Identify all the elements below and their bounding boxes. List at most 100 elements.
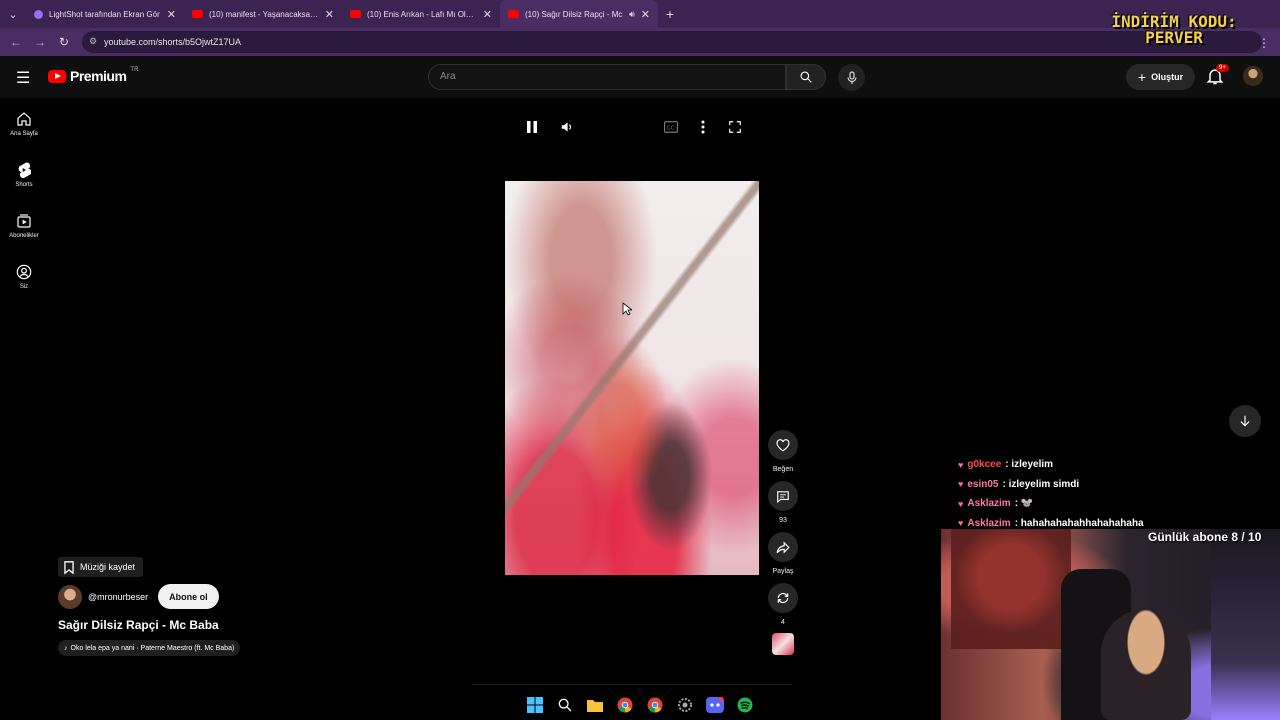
chat-user: Asklazim xyxy=(967,517,1011,529)
save-music-label: Müziği kaydet xyxy=(80,562,136,572)
notification-badge: 9+ xyxy=(1216,64,1229,72)
chat-user: g0kcee xyxy=(967,459,1002,471)
subscriptions-icon xyxy=(17,213,31,228)
discord-icon[interactable] xyxy=(706,696,724,714)
video-title: Sağır Dilsiz Rapçi - Mc Baba xyxy=(58,618,219,632)
close-tab-icon[interactable]: ✕ xyxy=(641,8,650,21)
remix-action[interactable]: 4 xyxy=(767,583,799,629)
forward-icon[interactable]: → xyxy=(28,35,52,49)
save-music-button[interactable]: Müziği kaydet xyxy=(58,557,144,577)
settings-app-icon[interactable] xyxy=(676,696,694,714)
pause-icon[interactable] xyxy=(526,120,538,134)
more-options-icon[interactable] xyxy=(700,120,706,134)
heart-badge-icon: ♥ xyxy=(958,518,964,529)
sidebar-item-you[interactable]: Siz xyxy=(0,251,48,302)
share-action[interactable]: Paylaş xyxy=(767,532,799,578)
sidebar-item-home[interactable]: Ana Sayfa xyxy=(0,98,48,149)
subscribe-button[interactable]: Abone ol xyxy=(158,584,219,609)
brand-text: Premium xyxy=(70,68,127,84)
comments-button[interactable] xyxy=(768,481,798,511)
account-avatar[interactable] xyxy=(1243,66,1263,86)
divider xyxy=(472,684,792,685)
next-video-button[interactable] xyxy=(1229,405,1261,437)
shorts-player[interactable]: CC xyxy=(505,101,759,666)
music-text: Oko lela epa ya nani · Paterne Maestro (… xyxy=(70,644,235,652)
search-button[interactable] xyxy=(786,64,826,90)
tab-search-icon[interactable]: ⌄ xyxy=(0,0,26,28)
bookmark-icon xyxy=(64,560,74,574)
reload-icon[interactable]: ↻ xyxy=(52,35,76,49)
shorts-icon xyxy=(18,162,31,178)
share-button[interactable] xyxy=(768,532,798,562)
voice-search-button[interactable] xyxy=(838,64,865,91)
home-icon xyxy=(17,111,31,126)
heart-badge-icon: ♥ xyxy=(958,479,964,490)
site-info-icon[interactable]: ⚙ xyxy=(89,36,97,47)
heart-badge-icon: ♥ xyxy=(958,459,964,470)
create-button[interactable]: + Oluştur xyxy=(1126,64,1195,90)
sidebar-item-label: Shorts xyxy=(15,181,33,188)
create-label: Oluştur xyxy=(1151,72,1184,82)
taskbar-search-icon[interactable] xyxy=(556,696,574,714)
back-icon[interactable]: ← xyxy=(4,35,28,49)
url-text: youtube.com/shorts/b5OjwtZ17UA xyxy=(104,37,242,47)
webcam-overlay xyxy=(941,529,1280,720)
chrome-icon[interactable] xyxy=(616,696,634,714)
sidebar-item-subscriptions[interactable]: Abonelikler xyxy=(0,200,48,251)
fullscreen-icon[interactable] xyxy=(728,120,742,134)
browser-tab[interactable]: (10) Enis Arıkan - Lafı Mı Olur ( ✕ xyxy=(342,0,500,28)
wall-poster xyxy=(951,529,1071,649)
promo-overlay: İNDİRİM KODU: PERVER xyxy=(1104,14,1244,46)
tab-title: (10) Sağır Dilsiz Rapçi - Mc xyxy=(525,9,623,19)
daily-subscriber-goal: Günlük abone 8 / 10 xyxy=(1148,530,1262,544)
chat-message: ♥ g0kcee : izleyelim xyxy=(958,455,1278,475)
remix-icon xyxy=(777,592,789,604)
you-icon xyxy=(16,264,32,279)
room-light xyxy=(1211,529,1280,720)
search-input[interactable]: Ara xyxy=(428,64,786,90)
file-explorer-icon[interactable] xyxy=(586,696,604,714)
volume-icon[interactable] xyxy=(560,120,574,134)
shorts-actions: Beğen 93 Paylaş 4 xyxy=(767,430,799,655)
promo-line-2: PERVER xyxy=(1145,28,1203,47)
new-tab-button[interactable]: + xyxy=(658,6,682,22)
close-tab-icon[interactable]: ✕ xyxy=(483,8,492,21)
url-field[interactable]: ⚙ youtube.com/shorts/b5OjwtZ17UA xyxy=(82,31,1262,53)
chat-user: Asklazim xyxy=(967,498,1011,510)
share-label: Paylaş xyxy=(772,568,794,575)
sidebar-item-label: Abonelikler xyxy=(9,232,39,239)
menu-icon[interactable]: ☰ xyxy=(16,68,30,88)
sidebar-item-shorts[interactable]: Shorts xyxy=(0,149,48,200)
spotify-icon[interactable] xyxy=(736,696,754,714)
comments-count: 93 xyxy=(779,517,787,524)
mouse-cursor-icon xyxy=(622,302,632,316)
comments-action[interactable]: 93 xyxy=(767,481,799,527)
youtube-logo[interactable]: Premium TR xyxy=(48,67,138,84)
browser-tab[interactable]: LightShot tarafından Ekran Gör ✕ xyxy=(26,0,184,28)
streamer xyxy=(1101,609,1191,720)
sidebar-item-label: Ana Sayfa xyxy=(10,130,38,137)
captions-icon[interactable]: CC xyxy=(664,121,678,133)
browser-tab[interactable]: (10) manifest - Yaşanacaksa | Al ✕ xyxy=(184,0,342,28)
remix-button[interactable] xyxy=(768,583,798,613)
browser-menu-icon[interactable]: ⋮ xyxy=(1258,36,1270,50)
close-tab-icon[interactable]: ✕ xyxy=(325,8,334,21)
channel-avatar[interactable] xyxy=(58,584,82,609)
speaker-icon[interactable]: 🔊︎ xyxy=(629,9,635,20)
video-frame[interactable] xyxy=(505,181,759,575)
side-nav: Ana Sayfa Shorts Abonelikler Siz xyxy=(0,98,48,302)
like-button[interactable] xyxy=(768,430,798,460)
browser-tab-active[interactable]: (10) Sağır Dilsiz Rapçi - Mc 🔊︎ ✕ xyxy=(500,0,658,28)
music-chip[interactable]: ♪ Oko lela epa ya nani · Paterne Maestro… xyxy=(58,640,241,656)
chat-user: esin05 xyxy=(967,478,999,490)
like-action[interactable]: Beğen xyxy=(767,430,799,476)
comment-icon xyxy=(777,490,789,503)
sound-thumbnail[interactable] xyxy=(772,633,794,655)
channel-name[interactable]: @mronurbeser xyxy=(88,592,148,602)
close-tab-icon[interactable]: ✕ xyxy=(167,8,176,21)
arrow-down-icon xyxy=(1240,415,1250,427)
remix-count: 4 xyxy=(781,619,785,626)
chrome-profile-icon[interactable] xyxy=(646,696,664,714)
tab-title: (10) Enis Arıkan - Lafı Mı Olur ( xyxy=(367,9,477,19)
windows-start-icon[interactable] xyxy=(526,696,544,714)
